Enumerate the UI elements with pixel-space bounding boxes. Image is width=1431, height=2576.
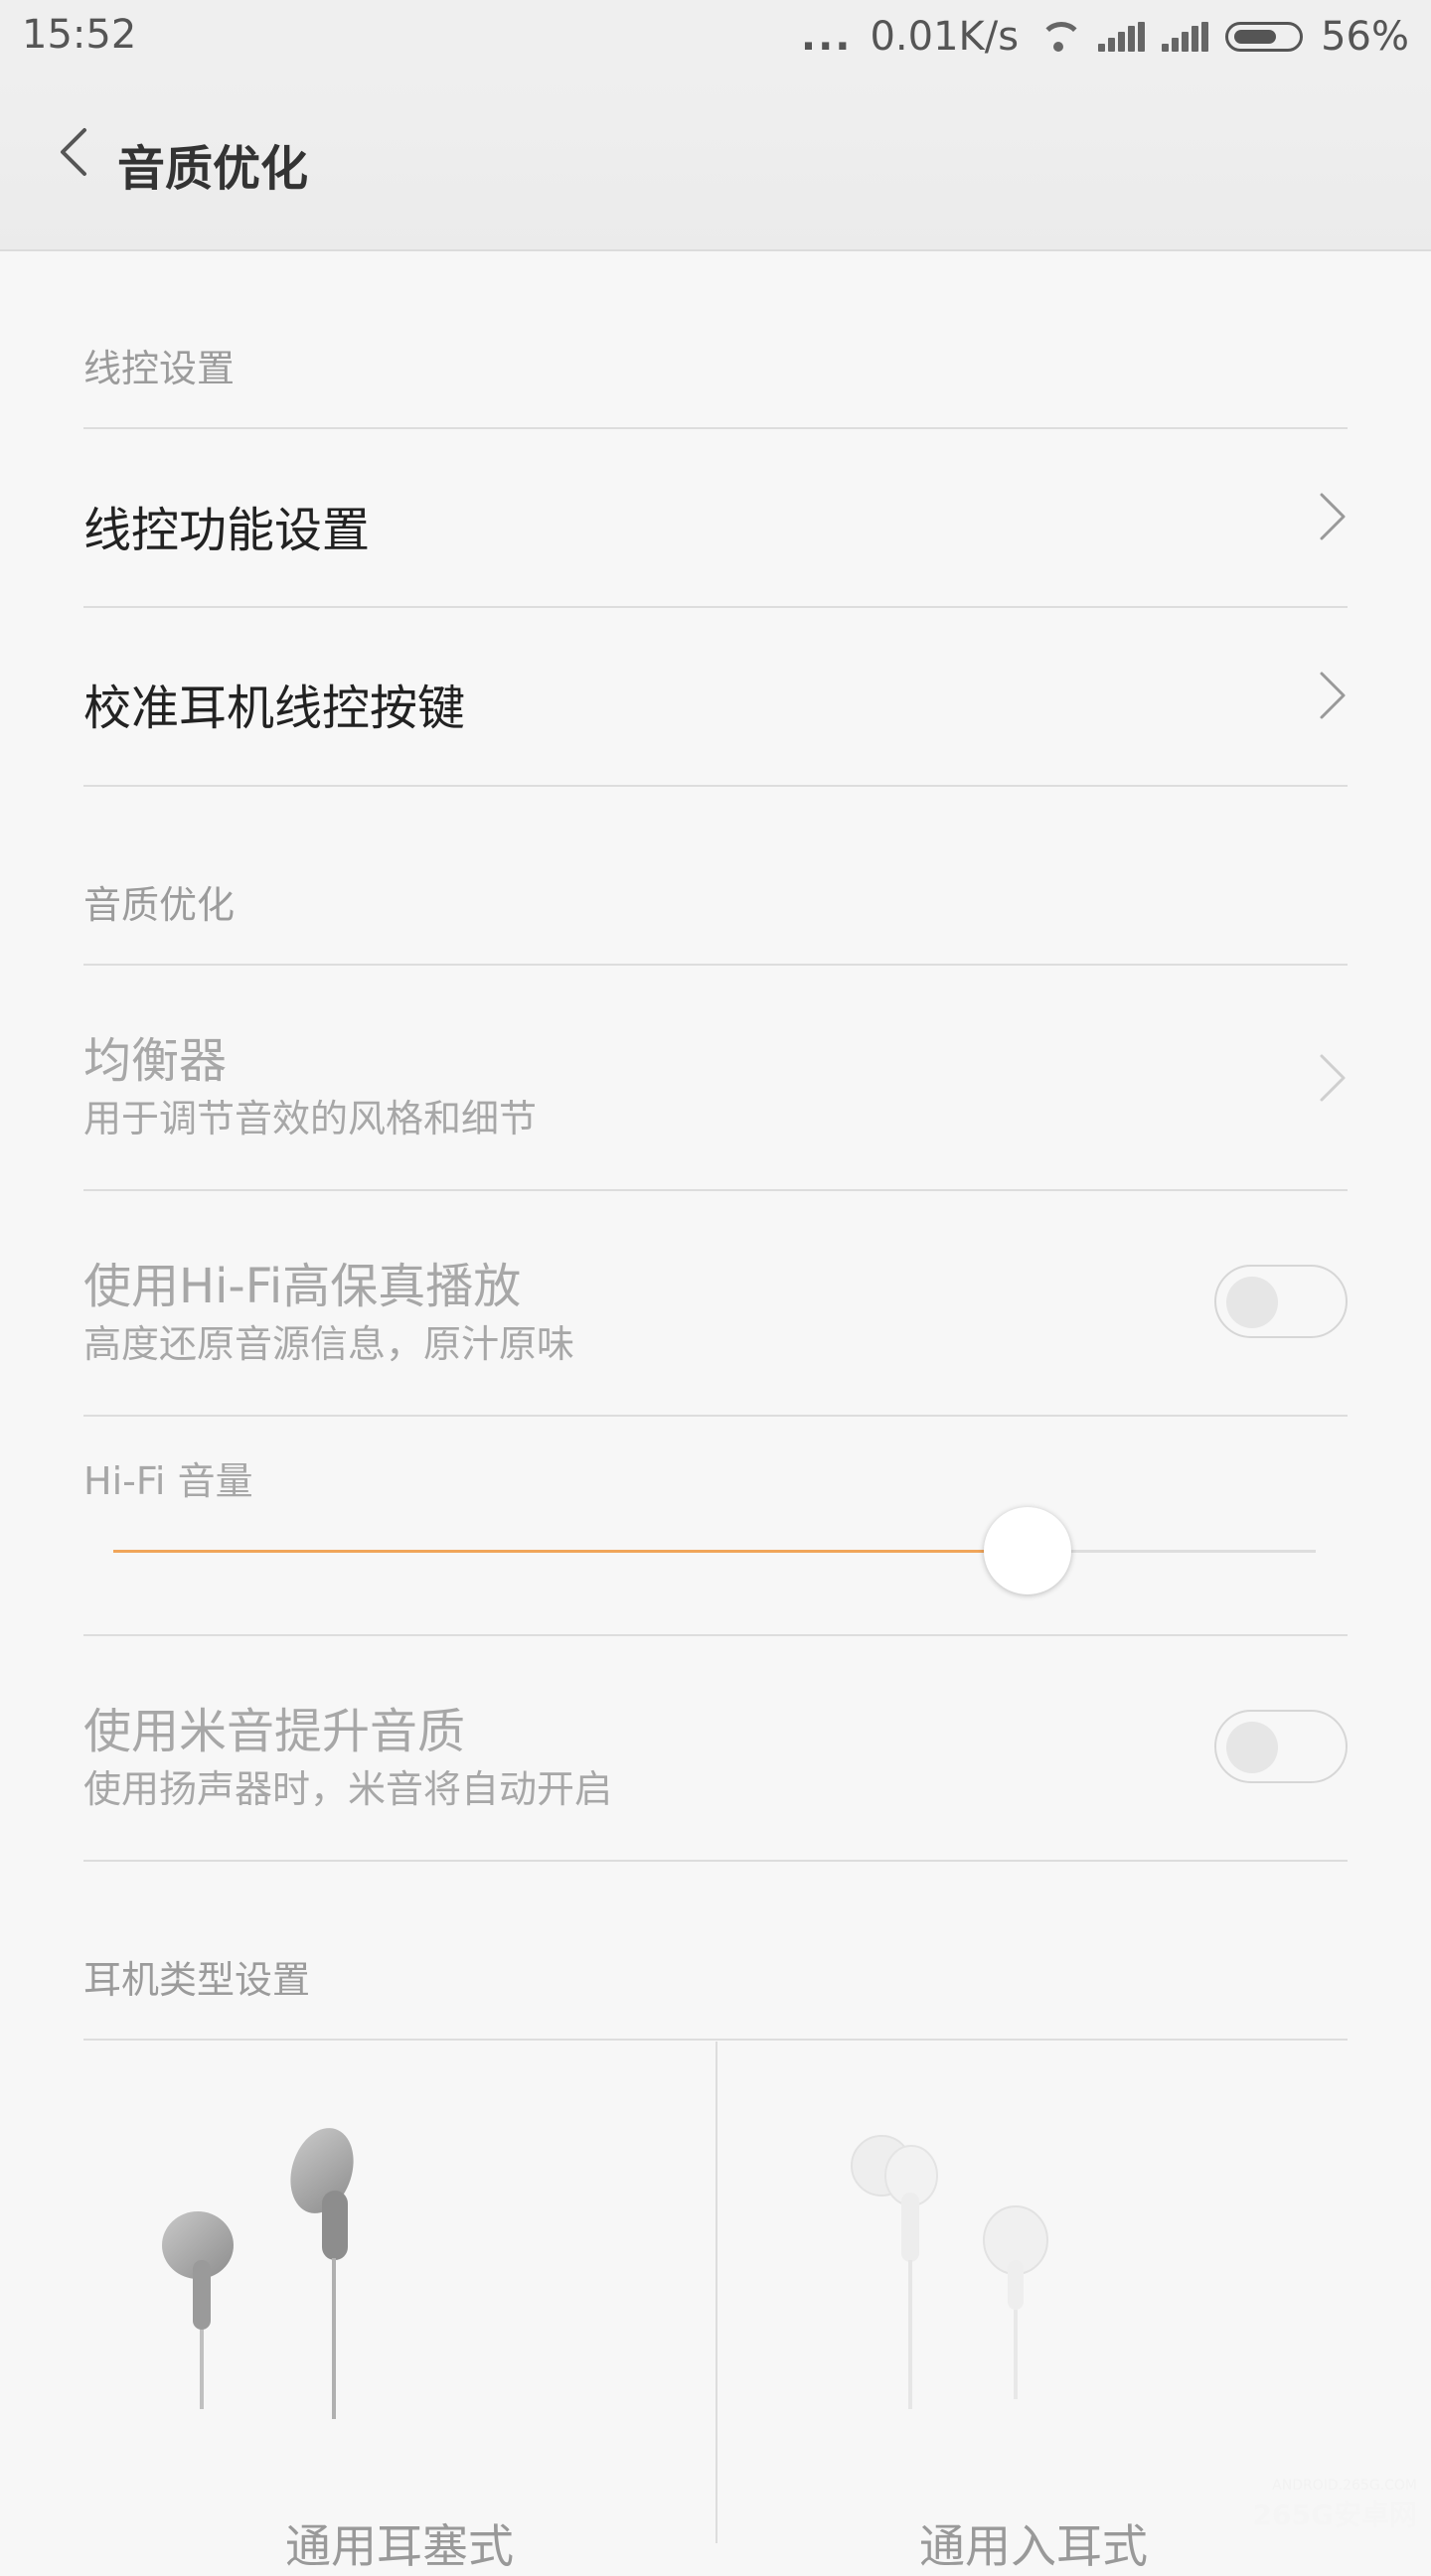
wifi-icon (1036, 22, 1084, 52)
signal-icon-2 (1162, 22, 1209, 52)
in-ear-option[interactable]: 通用入耳式 (717, 2042, 1350, 2573)
divider (83, 1860, 1348, 1862)
battery-percent: 56% (1321, 14, 1409, 60)
more-notifications-icon: ... (800, 14, 853, 60)
slider-fill (113, 1550, 1028, 1553)
earbud-label: 通用耳塞式 (285, 2519, 514, 2573)
divider (83, 606, 1348, 608)
watermark: ANDROID.265G.COM 265G安卓网 (1253, 2478, 1417, 2533)
hifi-volume-slider[interactable] (113, 1507, 1316, 1594)
divider (83, 785, 1348, 787)
section-header-quality: 音质优化 (83, 883, 236, 927)
divider (83, 1634, 1348, 1636)
toggle-knob (1226, 1277, 1278, 1328)
divider (83, 1189, 1348, 1191)
hifi-volume-label: Hi-Fi 音量 (83, 1459, 253, 1503)
hifi-subtitle: 高度还原音源信息，原汁原味 (83, 1322, 575, 1366)
slider-thumb[interactable] (984, 1507, 1071, 1594)
row-title: 校准耳机线控按键 (83, 681, 466, 736)
back-button[interactable] (40, 117, 109, 187)
chevron-right-icon (1318, 670, 1348, 721)
signal-icon-1 (1098, 22, 1146, 52)
status-bar: 15:52 ... 0.01K/s 56% (0, 0, 1431, 74)
hifi-toggle[interactable] (1214, 1265, 1348, 1338)
network-speed: 0.01K/s (870, 14, 1020, 60)
mi-sound-toggle[interactable] (1214, 1710, 1348, 1783)
section-header-earphone: 耳机类型设置 (83, 1958, 311, 2002)
row-title: 线控功能设置 (83, 503, 371, 558)
divider (83, 2039, 1348, 2041)
status-icons: ... 0.01K/s 56% (801, 12, 1409, 62)
toggle-knob (1226, 1722, 1278, 1773)
earphone-type-grid: 通用耳塞式 通用入耳式 (83, 2042, 1350, 2573)
chevron-right-icon (1318, 491, 1348, 542)
battery-icon (1225, 22, 1304, 52)
divider (83, 1415, 1348, 1417)
hifi-title: 使用Hi-Fi高保真播放 (83, 1259, 522, 1314)
status-time: 15:52 (22, 12, 137, 58)
mi-sound-title: 使用米音提升音质 (83, 1704, 466, 1759)
earbud-option[interactable]: 通用耳塞式 (83, 2042, 716, 2573)
mi-sound-subtitle: 使用扬声器时，米音将自动开启 (83, 1767, 613, 1811)
earbud-earphones-icon (162, 2128, 354, 2419)
watermark-top: ANDROID.265G.COM (1272, 2478, 1417, 2494)
chevron-left-icon (61, 128, 86, 176)
toolbar: 音质优化 (0, 74, 1431, 251)
watermark-bottom: 265G安卓网 (1252, 2499, 1417, 2531)
chevron-right-icon (1318, 1052, 1348, 1104)
equalizer-subtitle: 用于调节音效的风格和细节 (83, 1097, 538, 1140)
page-title: 音质优化 (117, 141, 309, 197)
divider (83, 964, 1348, 966)
equalizer-title: 均衡器 (83, 1033, 228, 1089)
divider (83, 427, 1348, 429)
section-header-remote: 线控设置 (83, 347, 236, 390)
in-ear-earphones-icon (851, 2135, 1048, 2409)
